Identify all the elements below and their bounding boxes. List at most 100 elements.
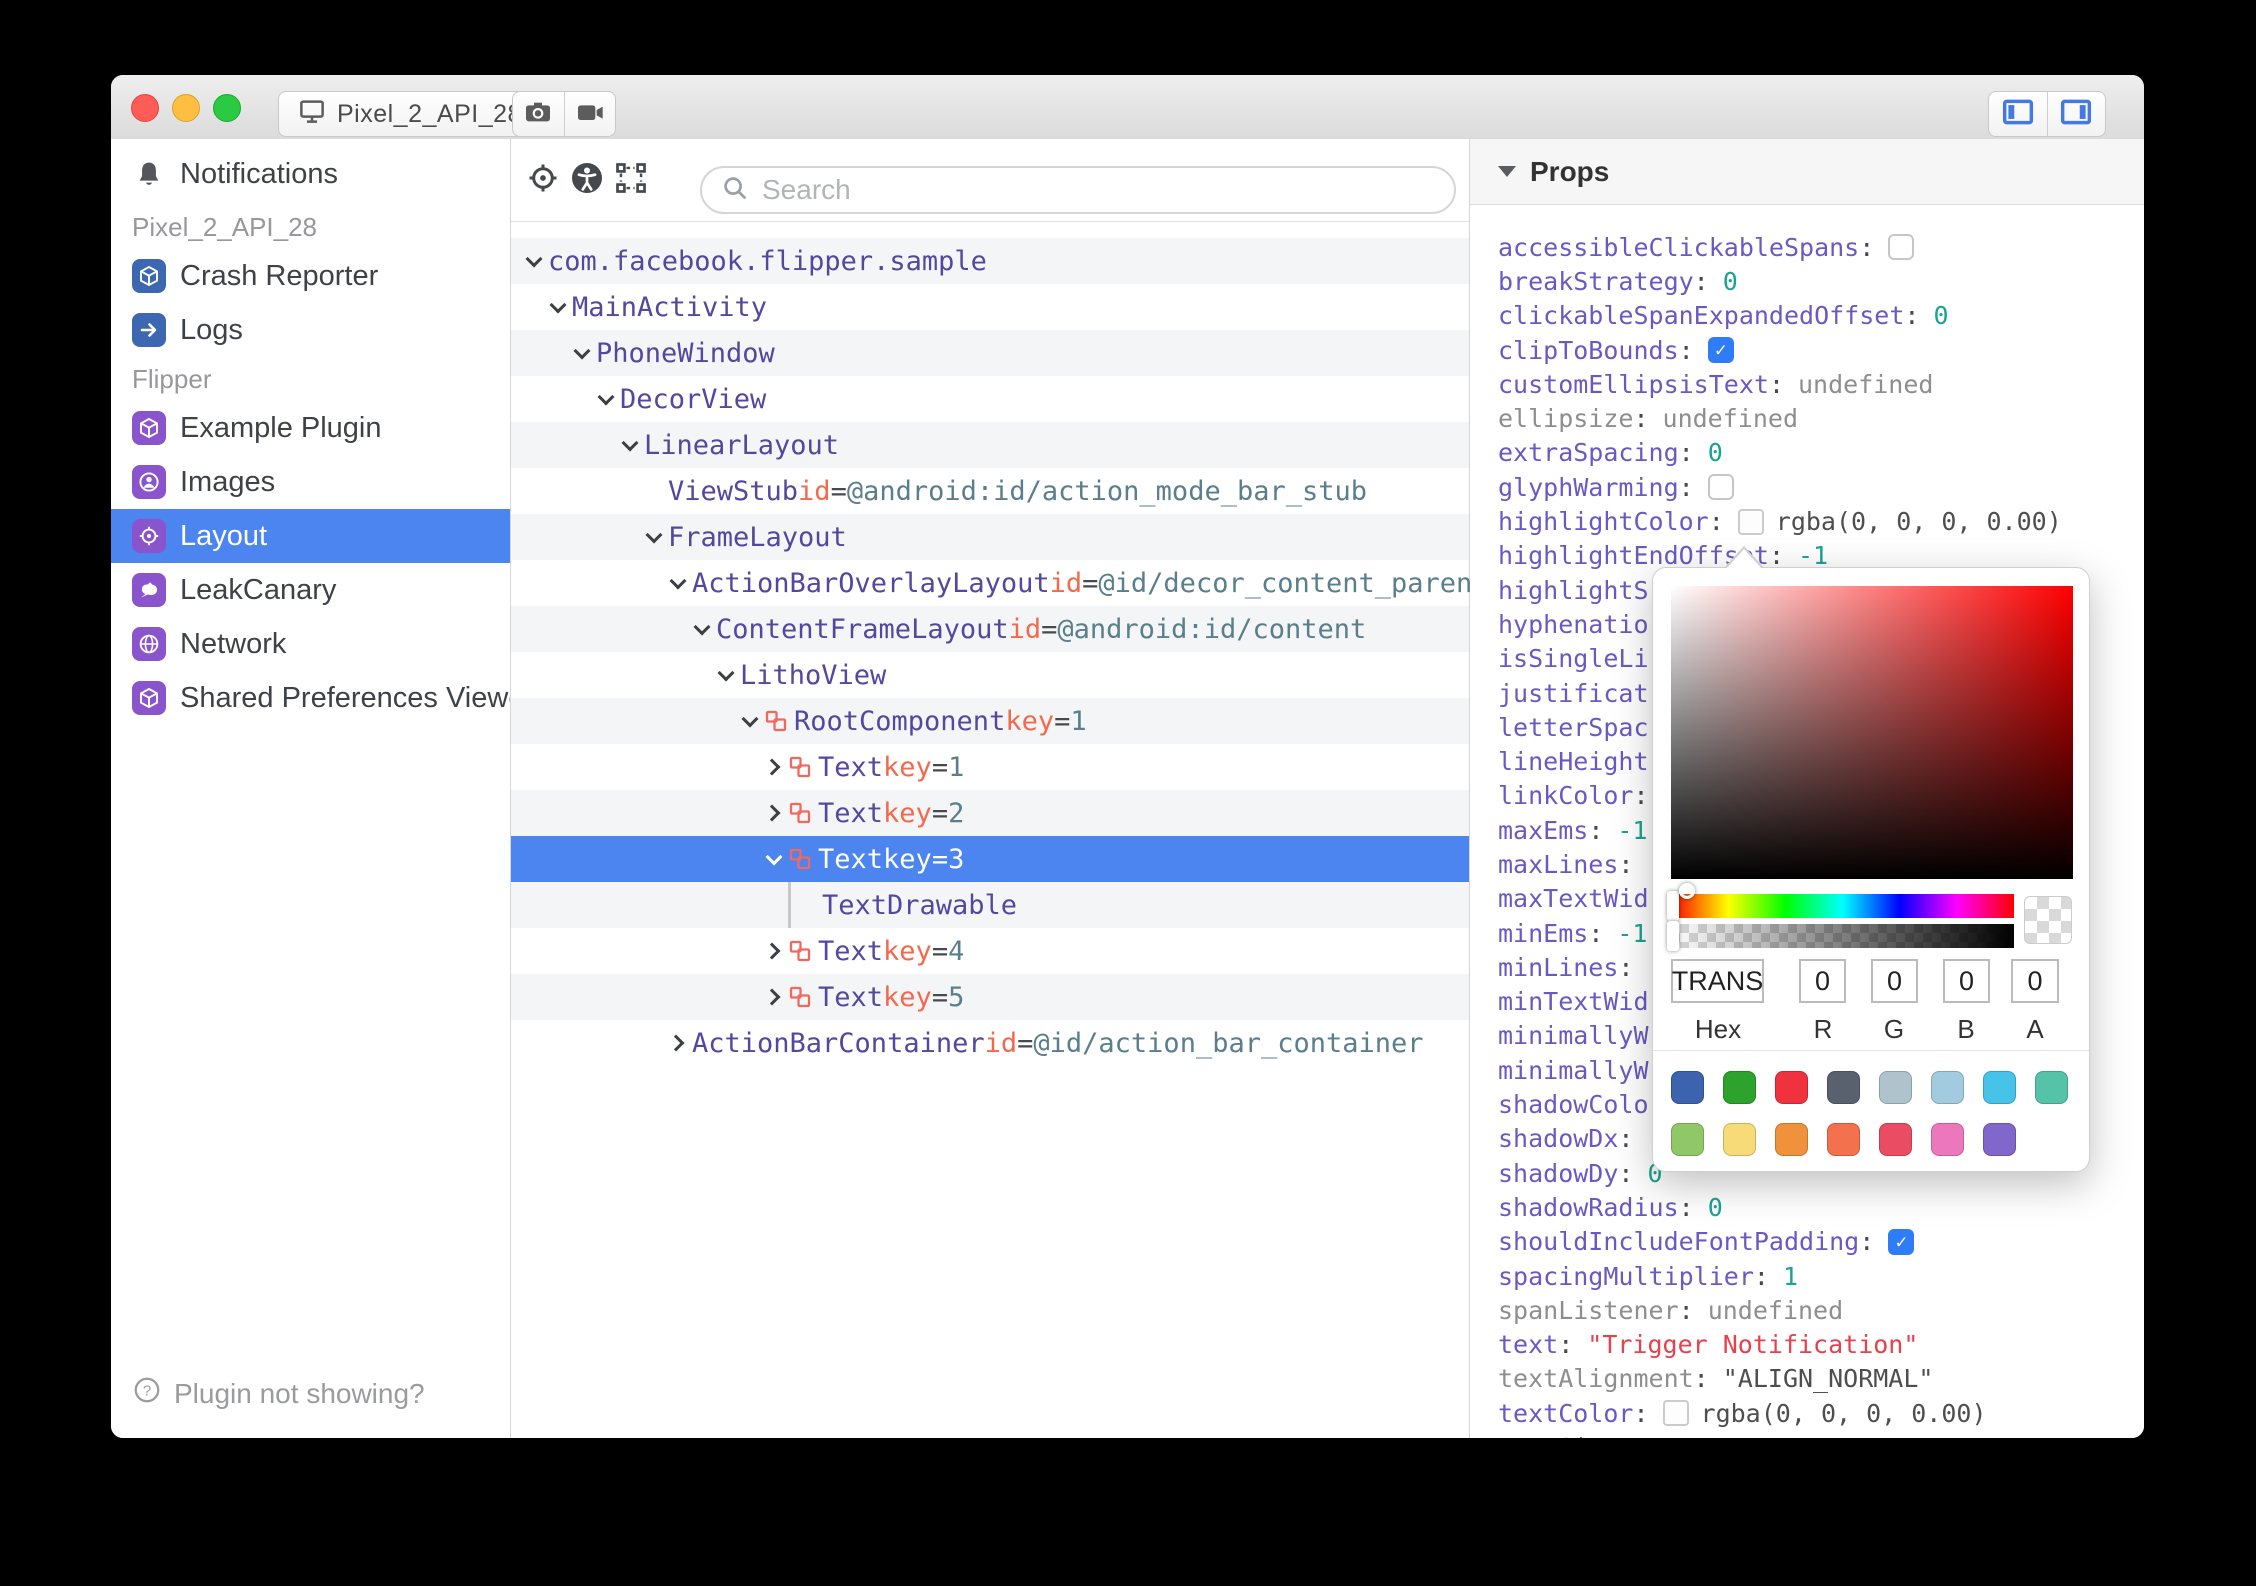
preset-color-swatch-8166cc[interactable] bbox=[1983, 1123, 2016, 1156]
tree-row-linearlayout[interactable]: LinearLayout bbox=[511, 422, 1469, 468]
chevron-down-icon[interactable] bbox=[620, 435, 640, 455]
hex-input[interactable]: TRANS bbox=[1671, 959, 1764, 1003]
prop-value[interactable]: -1 bbox=[1617, 816, 1647, 845]
prop-value[interactable]: 0 bbox=[1708, 1193, 1723, 1222]
tree-row-text-3[interactable]: Text key = 3 bbox=[511, 836, 1469, 882]
saturation-cursor[interactable] bbox=[1679, 883, 1695, 899]
minimize-button[interactable] bbox=[172, 94, 200, 122]
prop-color-swatch[interactable] bbox=[1662, 1400, 1689, 1427]
props-header[interactable]: Props bbox=[1470, 139, 2144, 205]
prop-value[interactable]: 0 bbox=[1723, 267, 1738, 296]
preset-color-swatch-ec77bc[interactable] bbox=[1931, 1123, 1964, 1156]
close-button[interactable] bbox=[131, 94, 159, 122]
screen-record-button[interactable] bbox=[563, 92, 616, 136]
red-input[interactable]: 0 bbox=[1799, 959, 1846, 1003]
chevron-down-icon[interactable] bbox=[572, 343, 592, 363]
chevron-down-icon[interactable] bbox=[548, 297, 568, 317]
sidebar-item-images[interactable]: Images bbox=[111, 455, 510, 509]
preset-color-swatch-2da32d[interactable] bbox=[1723, 1071, 1756, 1104]
sidebar-item-example-plugin[interactable]: Example Plugin bbox=[111, 401, 510, 455]
green-input[interactable]: 0 bbox=[1871, 959, 1918, 1003]
prop-checkbox[interactable]: ✓ bbox=[1888, 1228, 1915, 1255]
plugin-help-link[interactable]: ? Plugin not showing? bbox=[132, 1375, 425, 1412]
chevron-down-icon[interactable] bbox=[764, 849, 784, 869]
alpha-slider[interactable] bbox=[1671, 924, 2014, 948]
prop-value[interactable]: 1 bbox=[1783, 1262, 1798, 1291]
tree-row-textdrawable[interactable]: TextDrawable bbox=[511, 882, 1469, 928]
select-element-button[interactable] bbox=[609, 158, 653, 202]
prop-value[interactable]: 0 bbox=[1933, 301, 1948, 330]
tree-row-contentframelayout-android-id-content[interactable]: ContentFrameLayout id = @android:id/conten… bbox=[511, 606, 1469, 652]
chevron-right-icon[interactable] bbox=[764, 757, 784, 777]
device-selector-button[interactable]: Pixel_2_API_28 bbox=[278, 91, 541, 137]
sidebar-item-layout[interactable]: Layout bbox=[111, 509, 510, 563]
tree-row-phonewindow[interactable]: PhoneWindow bbox=[511, 330, 1469, 376]
prop-value[interactable]: -1 bbox=[1798, 541, 1828, 570]
sidebar-item-network[interactable]: Network bbox=[111, 617, 510, 671]
tree-row-text-1[interactable]: Text key = 1 bbox=[511, 744, 1469, 790]
tree-row-text-4[interactable]: Text key = 4 bbox=[511, 928, 1469, 974]
sidebar-item-logs[interactable]: Logs bbox=[111, 303, 510, 357]
tree-row-text-2[interactable]: Text key = 2 bbox=[511, 790, 1469, 836]
blue-input[interactable]: 0 bbox=[1943, 959, 1990, 1003]
chevron-down-icon[interactable] bbox=[716, 665, 736, 685]
preset-color-swatch-afc3cd[interactable] bbox=[1879, 1071, 1912, 1104]
tree-row-mainactivity[interactable]: MainActivity bbox=[511, 284, 1469, 330]
chevron-right-icon[interactable] bbox=[764, 941, 784, 961]
prop-name: maxLines bbox=[1498, 849, 1619, 879]
sidebar-item-leakcanary[interactable]: LeakCanary bbox=[111, 563, 510, 617]
zoom-button[interactable] bbox=[213, 94, 241, 122]
tree-row-actionbarcontainer-id-action-bar-container[interactable]: ActionBarContainer id = @id/action_bar_con… bbox=[511, 1020, 1469, 1066]
prop-checkbox[interactable] bbox=[1888, 234, 1915, 261]
chevron-right-icon[interactable] bbox=[668, 1033, 688, 1053]
tree-row-com-facebook-flipper-sample[interactable]: com.facebook.flipper.sample bbox=[511, 238, 1469, 284]
prop-value[interactable]: 0 bbox=[1708, 438, 1723, 467]
accessibility-mode-button[interactable] bbox=[565, 158, 609, 202]
preset-color-swatch-59616f[interactable] bbox=[1827, 1071, 1860, 1104]
preset-color-swatch-a3cbe0[interactable] bbox=[1931, 1071, 1964, 1104]
hue-slider[interactable] bbox=[1671, 894, 2014, 918]
chevron-down-icon[interactable] bbox=[740, 711, 760, 731]
preset-color-swatch-90c867[interactable] bbox=[1671, 1123, 1704, 1156]
chevron-down-icon[interactable] bbox=[692, 619, 712, 639]
saturation-square[interactable] bbox=[1671, 586, 2073, 899]
alpha-input[interactable]: 0 bbox=[2011, 959, 2059, 1003]
sidebar-item-notifications[interactable]: Notifications bbox=[111, 149, 510, 199]
sidebar-item-shared-preferences-viewer[interactable]: Shared Preferences Viewer bbox=[111, 671, 510, 725]
search-input[interactable]: Search bbox=[700, 166, 1456, 214]
hue-slider-handle[interactable] bbox=[1667, 891, 1679, 921]
prop-checkbox[interactable] bbox=[1707, 474, 1734, 501]
preset-color-swatch-f0323f[interactable] bbox=[1775, 1071, 1808, 1104]
target-mode-button[interactable] bbox=[521, 158, 565, 202]
chevron-right-icon[interactable] bbox=[764, 987, 784, 1007]
chevron-down-icon[interactable] bbox=[524, 251, 544, 271]
preset-color-swatch-f0913b[interactable] bbox=[1775, 1123, 1808, 1156]
tree-row-framelayout[interactable]: FrameLayout bbox=[511, 514, 1469, 560]
chevron-down-icon[interactable] bbox=[596, 389, 616, 409]
preset-color-swatch-47c2e9[interactable] bbox=[1983, 1071, 2016, 1104]
chevron-down-icon[interactable] bbox=[668, 573, 688, 593]
tree-row-lithoview[interactable]: LithoView bbox=[511, 652, 1469, 698]
prop-colon: : bbox=[1753, 1261, 1769, 1291]
screenshot-button[interactable] bbox=[513, 92, 564, 136]
toggle-left-panel-button[interactable] bbox=[1989, 92, 2047, 136]
alpha-slider-handle[interactable] bbox=[1667, 921, 1679, 951]
preset-color-swatch-3d62ae[interactable] bbox=[1671, 1071, 1704, 1104]
tree-row-decorview[interactable]: DecorView bbox=[511, 376, 1469, 422]
tree-row-actionbaroverlaylayout-id-decor-content-parent[interactable]: ActionBarOverlayLayout id = @id/decor_cont… bbox=[511, 560, 1489, 606]
sidebar-item-crash-reporter[interactable]: Crash Reporter bbox=[111, 249, 510, 303]
toggle-right-panel-button[interactable] bbox=[2046, 92, 2106, 136]
chevron-down-icon[interactable] bbox=[644, 527, 664, 547]
prop-checkbox[interactable]: ✓ bbox=[1707, 337, 1734, 364]
preset-color-swatch-f4714d[interactable] bbox=[1827, 1123, 1860, 1156]
tree-row-text-5[interactable]: Text key = 5 bbox=[511, 974, 1469, 1020]
prop-value[interactable]: -1 bbox=[1617, 919, 1647, 948]
chevron-right-icon[interactable] bbox=[764, 803, 784, 823]
tree-row-viewstub-android-id-action-mode-bar-stub[interactable]: ViewStub id = @android:id/action_mode_bar_… bbox=[511, 468, 1469, 514]
preset-color-swatch-56c3a9[interactable] bbox=[2035, 1071, 2068, 1104]
tree-row-rootcomponent-1[interactable]: RootComponent key = 1 bbox=[511, 698, 1469, 744]
preset-color-swatch-ea4c63[interactable] bbox=[1879, 1123, 1912, 1156]
preset-color-swatch-f6db78[interactable] bbox=[1723, 1123, 1756, 1156]
prop-value[interactable]: "Trigger Notification" bbox=[1587, 1330, 1918, 1359]
prop-color-swatch[interactable] bbox=[1737, 508, 1764, 535]
